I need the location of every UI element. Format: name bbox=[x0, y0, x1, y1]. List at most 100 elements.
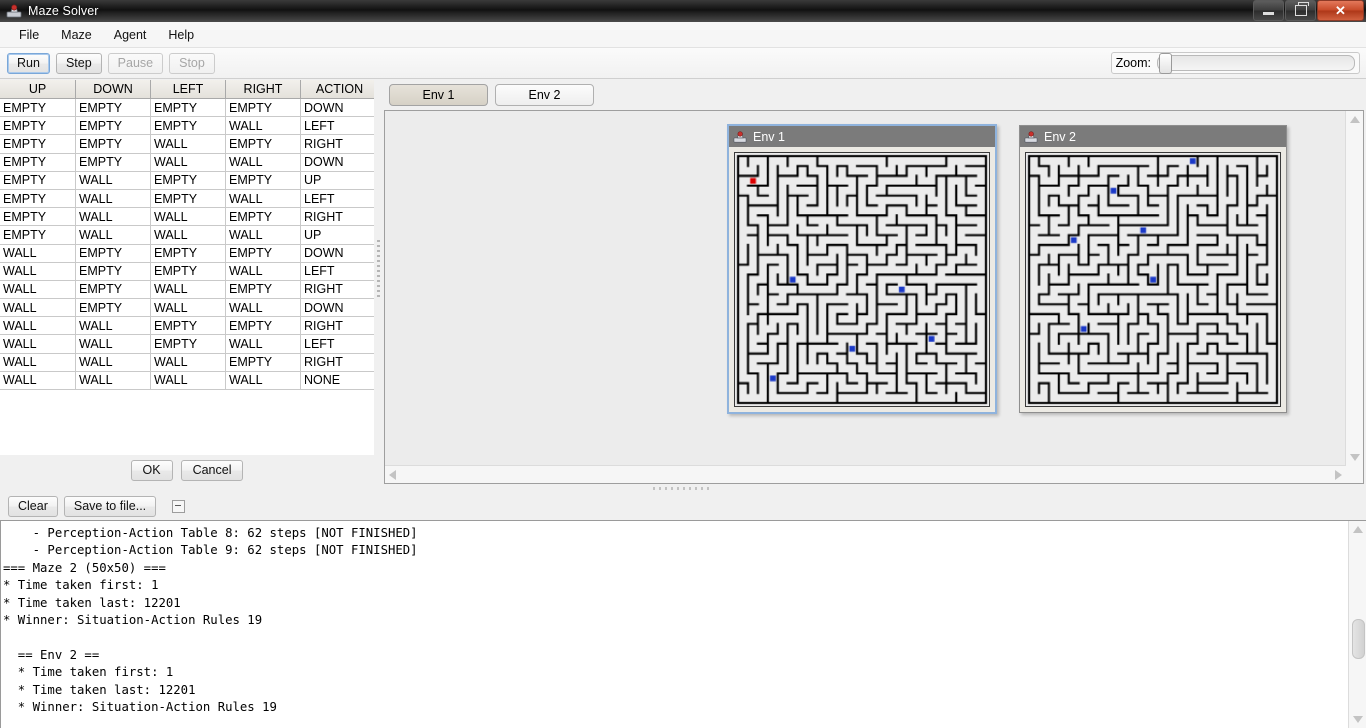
table-cell[interactable]: WALL bbox=[0, 371, 76, 391]
table-cell[interactable]: EMPTY bbox=[150, 316, 226, 336]
table-cell[interactable]: WALL bbox=[225, 262, 301, 281]
table-cell[interactable]: EMPTY bbox=[150, 98, 226, 118]
table-cell[interactable]: UP bbox=[300, 171, 374, 190]
internal-window-env-1[interactable]: Env 1 bbox=[727, 124, 997, 414]
table-row[interactable]: WALL EMPTY EMPTY EMPTY DOWN bbox=[0, 244, 374, 263]
table-row[interactable]: EMPTY WALL EMPTY WALL LEFT bbox=[0, 189, 374, 209]
zoom-slider[interactable] bbox=[1157, 53, 1355, 74]
table-cell[interactable]: EMPTY bbox=[225, 98, 301, 118]
scroll-up-icon[interactable] bbox=[1350, 116, 1360, 123]
table-cell[interactable]: RIGHT bbox=[300, 134, 374, 154]
table-cell[interactable]: EMPTY bbox=[0, 189, 76, 209]
table-cell[interactable]: NONE bbox=[300, 371, 374, 391]
table-cell[interactable]: WALL bbox=[75, 334, 151, 354]
run-button[interactable]: Run bbox=[7, 52, 50, 74]
table-cell[interactable]: EMPTY bbox=[150, 244, 226, 263]
table-cell[interactable]: EMPTY bbox=[75, 134, 151, 154]
clear-button[interactable]: Clear bbox=[8, 495, 58, 517]
table-cell[interactable]: EMPTY bbox=[75, 98, 151, 118]
console-output-text[interactable]: - Perception-Action Table 8: 62 steps [N… bbox=[0, 521, 1349, 728]
table-cell[interactable]: WALL bbox=[75, 316, 151, 336]
table-cell[interactable]: WALL bbox=[75, 207, 151, 227]
table-cell[interactable]: EMPTY bbox=[225, 244, 301, 263]
table-cell[interactable]: DOWN bbox=[300, 153, 374, 172]
table-cell[interactable]: DOWN bbox=[300, 244, 374, 263]
perception-action-table[interactable]: UP DOWN LEFT RIGHT ACTION EMPTY EMPTY EMPT… bbox=[0, 80, 374, 391]
table-cell[interactable]: WALL bbox=[150, 353, 226, 372]
menu-item-file[interactable]: File bbox=[8, 25, 50, 45]
table-row[interactable]: EMPTY WALL WALL WALL UP bbox=[0, 225, 374, 245]
zoom-slider-thumb[interactable] bbox=[1159, 53, 1172, 74]
table-cell[interactable]: EMPTY bbox=[150, 171, 226, 190]
console-scroll-down-icon[interactable] bbox=[1353, 716, 1363, 723]
table-row[interactable]: EMPTY EMPTY EMPTY EMPTY DOWN bbox=[0, 98, 374, 118]
save-to-file-button[interactable]: Save to file... bbox=[63, 495, 157, 517]
table-cell[interactable]: LEFT bbox=[300, 262, 374, 281]
horizontal-split-divider[interactable] bbox=[383, 484, 1366, 492]
cancel-button[interactable]: Cancel bbox=[180, 459, 244, 481]
table-cell[interactable]: WALL bbox=[150, 134, 226, 154]
table-cell[interactable]: WALL bbox=[225, 153, 301, 172]
pause-button[interactable]: Pause bbox=[107, 52, 164, 74]
table-cell[interactable]: LEFT bbox=[300, 116, 374, 136]
table-cell[interactable]: WALL bbox=[150, 298, 226, 318]
table-cell[interactable]: WALL bbox=[225, 116, 301, 136]
table-cell[interactable]: EMPTY bbox=[0, 116, 76, 136]
table-row[interactable]: WALL WALL WALL EMPTY RIGHT bbox=[0, 353, 374, 372]
scroll-left-icon[interactable] bbox=[389, 470, 396, 480]
table-cell[interactable]: WALL bbox=[150, 371, 226, 391]
console-scrollbar-thumb[interactable] bbox=[1352, 619, 1365, 659]
table-cell[interactable]: EMPTY bbox=[75, 280, 151, 300]
table-cell[interactable]: EMPTY bbox=[225, 207, 301, 227]
table-cell[interactable]: EMPTY bbox=[0, 134, 76, 154]
collapse-icon[interactable] bbox=[172, 499, 186, 513]
desktop-horizontal-scrollbar[interactable] bbox=[385, 465, 1346, 483]
table-cell[interactable]: WALL bbox=[75, 189, 151, 209]
table-cell[interactable]: EMPTY bbox=[150, 189, 226, 209]
menu-item-agent[interactable]: Agent bbox=[103, 25, 158, 45]
console-vertical-scrollbar[interactable] bbox=[1348, 521, 1366, 728]
table-cell[interactable]: WALL bbox=[0, 334, 76, 354]
menu-item-help[interactable]: Help bbox=[157, 25, 205, 45]
scroll-right-icon[interactable] bbox=[1335, 470, 1342, 480]
console-scroll-up-icon[interactable] bbox=[1353, 526, 1363, 533]
table-cell[interactable]: WALL bbox=[0, 244, 76, 263]
minimize-button[interactable] bbox=[1253, 0, 1284, 21]
table-row[interactable]: EMPTY WALL WALL EMPTY RIGHT bbox=[0, 207, 374, 227]
table-cell[interactable]: EMPTY bbox=[0, 98, 76, 118]
tab-env-1[interactable]: Env 1 bbox=[389, 84, 488, 106]
table-cell[interactable]: EMPTY bbox=[0, 207, 76, 227]
vertical-split-divider[interactable] bbox=[374, 80, 383, 485]
table-cell[interactable]: EMPTY bbox=[225, 353, 301, 372]
table-cell[interactable]: WALL bbox=[0, 353, 76, 372]
table-cell[interactable]: EMPTY bbox=[150, 262, 226, 281]
table-row[interactable]: EMPTY EMPTY EMPTY WALL LEFT bbox=[0, 116, 374, 136]
table-cell[interactable]: EMPTY bbox=[0, 153, 76, 172]
tab-env-2[interactable]: Env 2 bbox=[495, 84, 594, 106]
table-cell[interactable]: WALL bbox=[225, 371, 301, 391]
table-row[interactable]: EMPTY EMPTY WALL WALL DOWN bbox=[0, 153, 374, 172]
table-cell[interactable]: LEFT bbox=[300, 334, 374, 354]
table-cell[interactable]: RIGHT bbox=[300, 316, 374, 336]
table-cell[interactable]: EMPTY bbox=[150, 334, 226, 354]
internal-window-env-2[interactable]: Env 2 bbox=[1019, 125, 1287, 413]
desktop-vertical-scrollbar[interactable] bbox=[1345, 111, 1363, 466]
table-cell[interactable]: EMPTY bbox=[75, 298, 151, 318]
table-cell[interactable]: EMPTY bbox=[225, 280, 301, 300]
table-cell[interactable]: WALL bbox=[150, 280, 226, 300]
ok-button[interactable]: OK bbox=[130, 459, 173, 481]
scroll-down-icon[interactable] bbox=[1350, 454, 1360, 461]
table-cell[interactable]: WALL bbox=[75, 171, 151, 190]
column-header-down[interactable]: DOWN bbox=[75, 80, 151, 99]
table-cell[interactable]: EMPTY bbox=[225, 134, 301, 154]
table-cell[interactable]: WALL bbox=[150, 153, 226, 172]
table-cell[interactable]: EMPTY bbox=[225, 316, 301, 336]
table-cell[interactable]: WALL bbox=[150, 207, 226, 227]
table-cell[interactable]: WALL bbox=[150, 225, 226, 245]
table-cell[interactable]: WALL bbox=[75, 225, 151, 245]
table-cell[interactable]: WALL bbox=[225, 225, 301, 245]
table-row[interactable]: WALL WALL EMPTY WALL LEFT bbox=[0, 334, 374, 354]
column-header-action[interactable]: ACTION bbox=[300, 80, 374, 99]
table-cell[interactable]: LEFT bbox=[300, 189, 374, 209]
column-header-right[interactable]: RIGHT bbox=[225, 80, 301, 99]
